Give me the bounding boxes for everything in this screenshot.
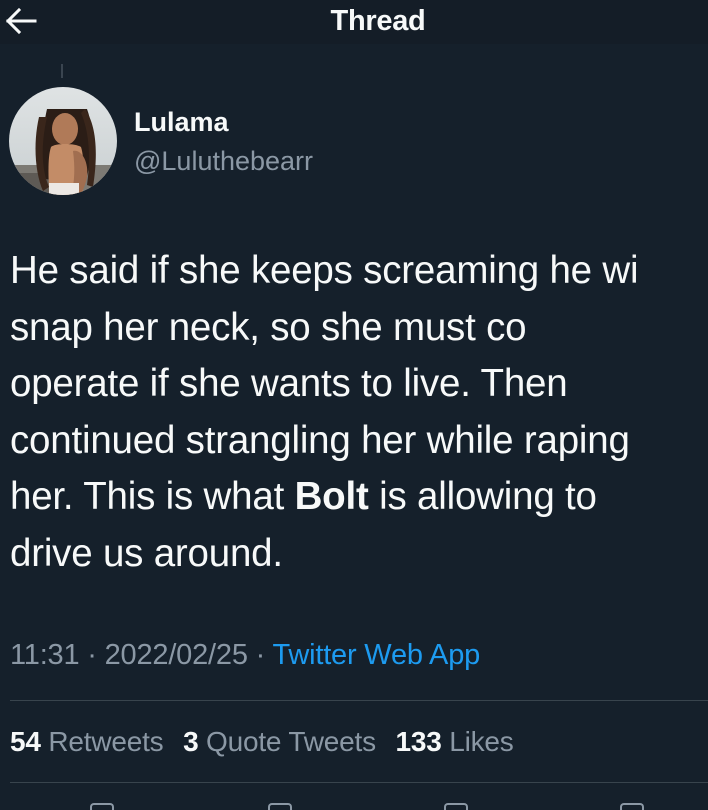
retweets-count: 54 — [10, 726, 41, 757]
tweet-time[interactable]: 11:31 — [10, 639, 80, 671]
likes-label: Likes — [449, 726, 514, 757]
divider — [10, 782, 708, 783]
separator: · — [87, 639, 97, 671]
tweet-text-line: is allowing to — [368, 475, 597, 518]
retweet-icon[interactable] — [268, 803, 292, 810]
reply-icon[interactable] — [90, 803, 114, 810]
share-icon[interactable] — [620, 803, 644, 810]
avatar[interactable] — [9, 87, 117, 195]
like-icon[interactable] — [444, 803, 468, 810]
tweet-text-line: continued strangling her while raping — [10, 418, 630, 462]
tweet-text-line: He said if she keeps screaming he wi — [10, 249, 639, 292]
retweets-stat[interactable]: 54 Retweets — [10, 726, 164, 757]
author-handle[interactable]: @Luluthebearr — [134, 145, 313, 177]
quote-tweets-stat[interactable]: 3 Quote Tweets — [183, 726, 376, 757]
tweet-text: He said if she keeps screaming he wi sna… — [10, 243, 708, 582]
tweet-meta: 11:31 · 2022/02/25 · Twitter Web App — [10, 637, 480, 673]
retweets-label: Retweets — [48, 726, 164, 757]
page-title: Thread — [330, 5, 426, 37]
bold-brand-name: Bolt — [294, 475, 369, 518]
tweet-stats: 54 Retweets 3 Quote Tweets 133 Likes — [10, 725, 526, 759]
tweet-date[interactable]: 2022/02/25 — [105, 639, 248, 671]
thread-connector-line — [61, 64, 63, 78]
tweet-text-line: snap her neck, so she must co — [10, 305, 527, 349]
tweet-text-line: operate if she wants to live. Then — [10, 362, 568, 405]
separator: · — [255, 639, 266, 671]
quote-tweets-label: Quote Tweets — [206, 726, 376, 757]
likes-count: 133 — [395, 726, 442, 757]
top-bar: Thread — [0, 0, 708, 44]
tweet-text-line: her. This is what — [10, 475, 295, 518]
tweet-source-link[interactable]: Twitter Web App — [272, 639, 480, 671]
divider — [10, 700, 708, 701]
author-display-name[interactable]: Lulama — [134, 106, 229, 138]
tweet-text-line: drive us around. — [10, 531, 283, 575]
quote-tweets-count: 3 — [183, 726, 199, 757]
likes-stat[interactable]: 133 Likes — [395, 726, 513, 757]
